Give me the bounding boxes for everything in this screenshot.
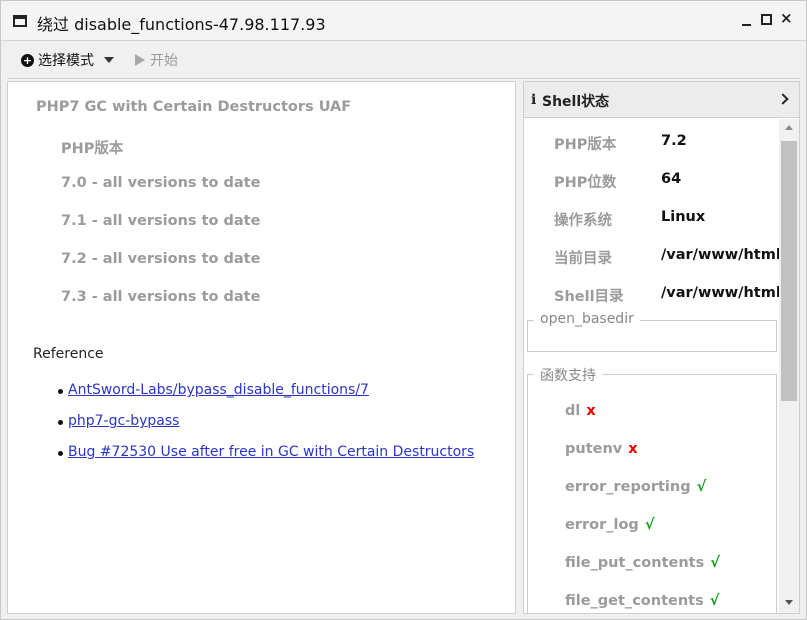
scroll-down-icon[interactable]: [785, 600, 793, 605]
info-row-shell-dir: Shell目录 /var/www/html: [524, 276, 779, 314]
unsupported-mark: x: [586, 403, 596, 419]
window-title: 绕过 disable_functions-47.98.117.93: [37, 15, 326, 34]
info-key: PHP版本: [554, 137, 617, 153]
info-key: Shell目录: [554, 289, 624, 305]
exploit-info-panel: PHP7 GC with Certain Destructors UAF PHP…: [7, 81, 516, 614]
function-name: putenv: [565, 441, 623, 457]
vertical-scrollbar[interactable]: [779, 119, 799, 613]
function-name: dl: [565, 403, 581, 419]
function-item: dl x: [565, 403, 596, 419]
function-name: file_put_contents: [565, 555, 705, 571]
play-icon: [135, 54, 145, 66]
version-item: 7.0 - all versions to date: [61, 175, 261, 191]
open-basedir-fieldset: open_basedir: [527, 311, 777, 352]
functions-fieldset: 函数支持 dl x putenv x error_reporting √ error_…: [527, 365, 777, 613]
php-version-label: PHP版本: [61, 141, 124, 157]
info-value: 64: [661, 171, 682, 187]
caret-down-icon: [104, 57, 114, 63]
maximize-icon[interactable]: [761, 14, 772, 25]
reference-item: php7-gc-bypass: [57, 413, 474, 444]
info-key: PHP位数: [554, 175, 617, 191]
reference-list: AntSword-Labs/bypass_disable_functions/7…: [57, 382, 474, 475]
info-row-php-version: PHP版本 7.2: [524, 124, 779, 162]
info-key: 当前目录: [554, 251, 612, 267]
reference-label: Reference: [33, 346, 104, 362]
info-value: /var/www/html: [661, 285, 779, 301]
reference-link-bug-72530[interactable]: Bug #72530 Use after free in GC with Cer…: [68, 444, 474, 460]
info-value: 7.2: [661, 133, 687, 149]
shell-status-title: Shell状态: [542, 94, 610, 110]
info-row-current-dir: 当前目录 /var/www/html: [524, 238, 779, 276]
function-item: file_get_contents √: [565, 593, 719, 609]
reference-link-antsword-labs[interactable]: AntSword-Labs/bypass_disable_functions/7: [68, 382, 369, 398]
scroll-thumb[interactable]: [781, 141, 797, 401]
reference-item: Bug #72530 Use after free in GC with Cer…: [57, 444, 474, 475]
open-basedir-legend: open_basedir: [534, 311, 640, 327]
select-mode-button[interactable]: + 选择模式: [21, 50, 114, 70]
bypass-window: 绕过 disable_functions-47.98.117.93 × + 选择…: [0, 0, 807, 620]
select-mode-label: 选择模式: [38, 53, 94, 69]
shell-status-body: PHP版本 7.2 PHP位数 64 操作系统 Linux 当前目录 /var/…: [524, 119, 799, 613]
chevron-right-icon[interactable]: [777, 93, 789, 105]
function-item: file_put_contents √: [565, 555, 720, 571]
reference-item: AntSword-Labs/bypass_disable_functions/7: [57, 382, 474, 413]
function-item: putenv x: [565, 441, 638, 457]
title-bar: 绕过 disable_functions-47.98.117.93 ×: [1, 1, 806, 41]
function-name: file_get_contents: [565, 593, 704, 609]
toolbar: + 选择模式 开始: [7, 41, 800, 79]
unsupported-mark: x: [628, 441, 638, 457]
version-item: 7.2 - all versions to date: [61, 251, 261, 267]
function-item: error_reporting √: [565, 479, 706, 495]
plus-circle-icon: +: [21, 53, 34, 67]
info-icon: i: [531, 92, 537, 108]
start-label: 开始: [150, 53, 178, 69]
info-value: /var/www/html: [661, 247, 779, 263]
info-key: 操作系统: [554, 213, 612, 229]
info-row-os: 操作系统 Linux: [524, 200, 779, 238]
supported-mark: √: [696, 479, 707, 495]
window-icon: [13, 15, 27, 27]
version-item: 7.1 - all versions to date: [61, 213, 261, 229]
function-item: error_log √: [565, 517, 654, 533]
supported-mark: √: [644, 517, 655, 533]
shell-status-header[interactable]: i Shell状态: [524, 82, 799, 118]
function-name: error_log: [565, 517, 639, 533]
supported-mark: √: [709, 593, 720, 609]
info-row-php-bits: PHP位数 64: [524, 162, 779, 200]
functions-legend: 函数支持: [534, 365, 602, 385]
close-icon[interactable]: ×: [780, 11, 793, 26]
supported-mark: √: [710, 555, 720, 571]
shell-status-panel: i Shell状态 PHP版本 7.2 PHP位数 64 操作系统 Linux …: [523, 81, 800, 614]
minimize-icon[interactable]: [741, 14, 753, 26]
exploit-heading: PHP7 GC with Certain Destructors UAF: [36, 99, 352, 115]
function-name: error_reporting: [565, 479, 691, 495]
reference-link-php7-gc-bypass[interactable]: php7-gc-bypass: [68, 413, 179, 429]
scroll-up-icon[interactable]: [785, 125, 793, 130]
info-value: Linux: [661, 209, 706, 225]
start-button[interactable]: 开始: [135, 50, 178, 70]
version-item: 7.3 - all versions to date: [61, 289, 261, 305]
